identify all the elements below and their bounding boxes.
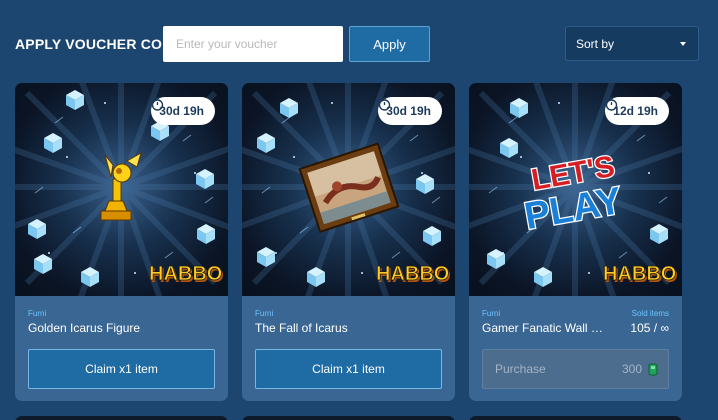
voucher-title: APPLY VOUCHER CODE [15,36,182,52]
timer-badge: 30d 19h [378,97,442,125]
purchase-label: Purchase [495,362,546,376]
currency-gem-icon [648,363,658,375]
item-name: Golden Icarus Figure [28,321,141,335]
timer-text: 30d 19h [159,104,204,118]
sort-dropdown[interactable]: Sort by [565,26,699,61]
voucher-input[interactable] [163,26,343,62]
price-value: 300 [621,362,642,376]
stopwatch-icon [606,97,618,111]
shop-card [469,416,682,420]
chevron-down-icon [680,42,686,46]
shop-card [242,416,455,420]
item-image: 30d 19h [242,83,455,296]
apply-button[interactable]: Apply [349,26,430,62]
item-name: Gamer Fanatic Wall … [482,321,603,335]
claim-button[interactable]: Claim x1 item [28,349,215,389]
voucher-bar: APPLY VOUCHER CODE Apply Sort by [0,0,718,80]
timer-badge: 12d 19h [605,97,669,125]
item-image: LET'S PLAY 12d 19h [469,83,682,296]
item-category: Furni [255,309,274,318]
shop-card: 30d 19h Furni The Fall of Icarus Claim x… [242,83,455,401]
shop-card: LET'S PLAY 12d 19h Furni Gamer Fanatic W… [469,83,682,401]
item-category: Furni [28,309,47,318]
sort-label: Sort by [576,36,615,51]
sold-items-value: 105 / ∞ [630,321,669,335]
shop-card: 30d 19h Furni Golden Icarus Figure Claim… [15,83,228,401]
timer-text: 30d 19h [386,104,431,118]
timer-text: 12d 19h [613,104,658,118]
shop-card [15,416,228,420]
claim-button[interactable]: Claim x1 item [255,349,442,389]
item-image: 30d 19h [15,83,228,296]
stopwatch-icon [152,97,164,111]
item-name: The Fall of Icarus [255,321,348,335]
purchase-button[interactable]: Purchase 300 [482,349,669,389]
timer-badge: 30d 19h [151,97,215,125]
sold-items-label: Sold items [631,309,669,318]
sold-items: Sold items 105 / ∞ [630,309,669,335]
stopwatch-icon [379,97,391,111]
price: 300 [622,362,658,376]
